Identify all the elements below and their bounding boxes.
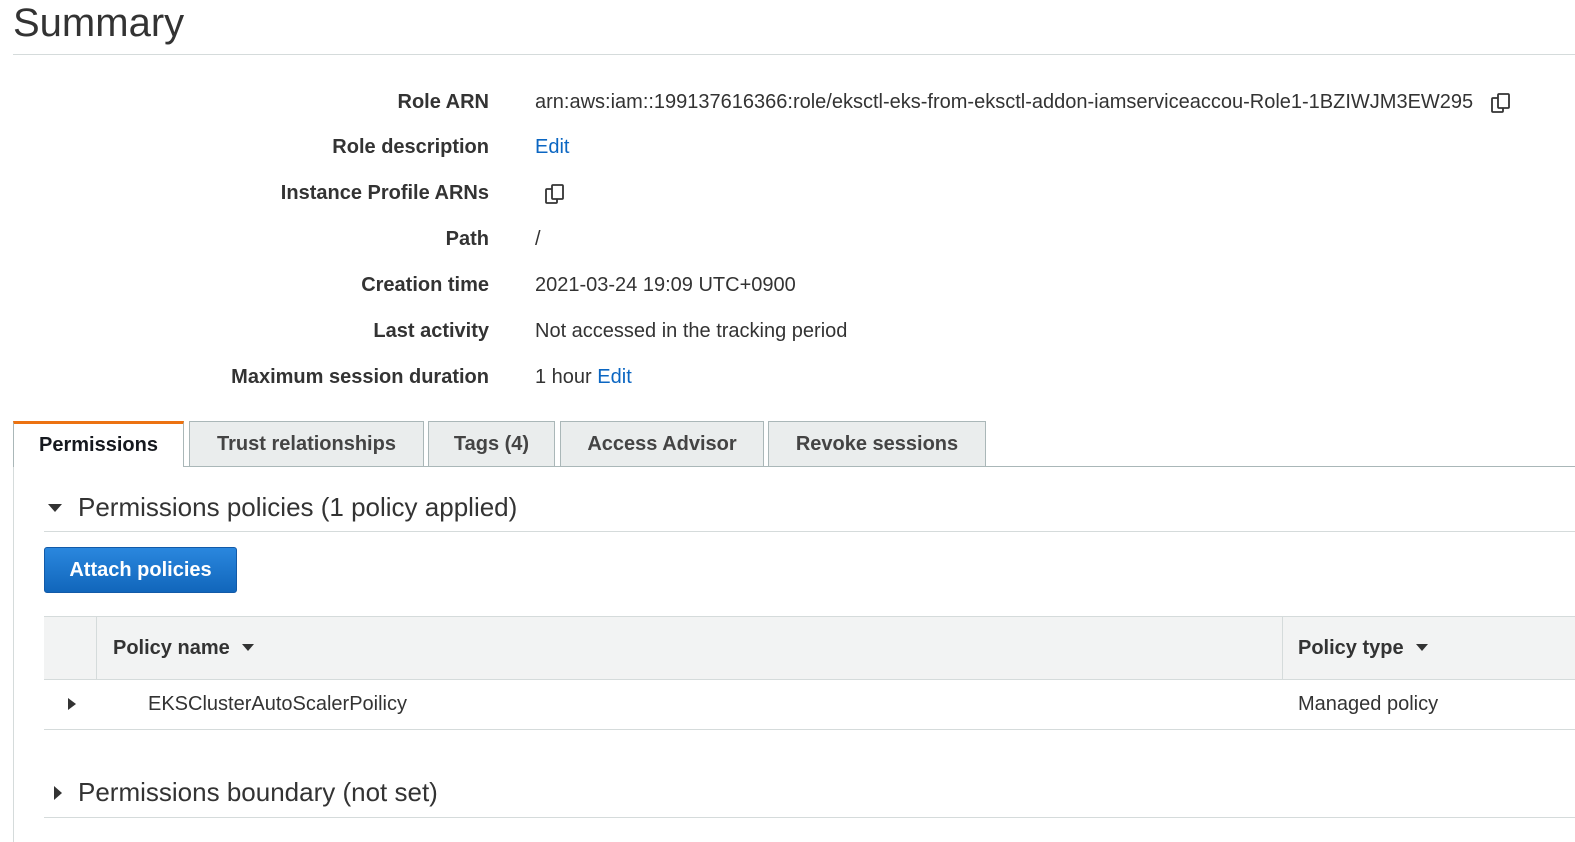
- column-policy-name-label: Policy name: [113, 637, 230, 659]
- section-divider: [44, 531, 1575, 532]
- summary-row-path: Path /: [0, 224, 1575, 254]
- column-separator: [96, 617, 97, 679]
- page-title: Summary: [13, 1, 185, 45]
- column-policy-type[interactable]: Policy type: [1298, 617, 1428, 679]
- column-policy-type-label: Policy type: [1298, 637, 1404, 659]
- creation-time-value: 2021-03-24 19:09 UTC+0900: [535, 274, 796, 296]
- caret-down-icon: [48, 504, 62, 513]
- tab-revoke-sessions[interactable]: Revoke sessions: [768, 421, 986, 466]
- tab-trust-relationships[interactable]: Trust relationships: [189, 421, 424, 466]
- summary-row-max-session: Maximum session duration 1 hour Edit: [0, 362, 1575, 392]
- tab-bar: Permissions Trust relationships Tags (4)…: [13, 421, 1575, 467]
- permissions-policies-heading: Permissions policies (1 policy applied): [78, 492, 518, 522]
- summary-row-creation-time: Creation time 2021-03-24 19:09 UTC+0900: [0, 270, 1575, 300]
- section-divider: [44, 817, 1575, 818]
- permissions-boundary-toggle[interactable]: Permissions boundary (not set): [48, 774, 438, 810]
- copy-icon[interactable]: [1489, 91, 1513, 115]
- edit-max-session-link[interactable]: Edit: [597, 366, 631, 388]
- role-arn-label: Role ARN: [397, 91, 489, 113]
- role-arn-value: arn:aws:iam::199137616366:role/eksctl-ek…: [535, 87, 1513, 117]
- tab-access-advisor[interactable]: Access Advisor: [560, 421, 764, 466]
- max-session-label: Maximum session duration: [231, 366, 489, 388]
- policy-type-value: Managed policy: [1298, 693, 1439, 715]
- creation-time-label: Creation time: [361, 274, 489, 296]
- last-activity-label: Last activity: [373, 320, 489, 342]
- summary-row-role-description: Role description Edit: [0, 132, 1575, 162]
- role-arn-text: arn:aws:iam::199137616366:role/eksctl-ek…: [535, 91, 1474, 113]
- last-activity-value: Not accessed in the tracking period: [535, 320, 848, 342]
- tab-tags[interactable]: Tags (4): [428, 421, 555, 466]
- sort-caret-icon: [1415, 644, 1428, 652]
- caret-right-icon: [54, 786, 62, 801]
- permissions-boundary-heading: Permissions boundary (not set): [78, 777, 438, 807]
- sort-caret-icon: [241, 644, 254, 652]
- tab-permissions[interactable]: Permissions: [13, 421, 184, 467]
- title-divider: [13, 54, 1575, 55]
- content-border: [13, 467, 14, 842]
- summary-row-last-activity: Last activity Not accessed in the tracki…: [0, 316, 1575, 346]
- column-separator: [1282, 617, 1283, 679]
- column-policy-name[interactable]: Policy name: [113, 617, 254, 679]
- role-description-label: Role description: [332, 136, 489, 158]
- path-value: /: [535, 228, 541, 250]
- summary-row-instance-profile: Instance Profile ARNs: [0, 178, 1575, 208]
- policy-name-link[interactable]: EKSClusterAutoScalerPoilicy: [148, 679, 407, 729]
- summary-row-role-arn: Role ARN arn:aws:iam::199137616366:role/…: [0, 87, 1575, 117]
- table-row: EKSClusterAutoScalerPoilicy Managed poli…: [44, 679, 1575, 730]
- path-label: Path: [445, 228, 489, 250]
- instance-profile-label: Instance Profile ARNs: [280, 182, 489, 204]
- policy-table-header: Policy name Policy type: [44, 616, 1575, 680]
- edit-role-description-link[interactable]: Edit: [535, 136, 569, 158]
- copy-icon[interactable]: [543, 182, 567, 206]
- attach-policies-button[interactable]: Attach policies: [44, 547, 237, 593]
- tab-divider: [183, 466, 1575, 467]
- max-session-value: 1 hour: [535, 366, 592, 388]
- permissions-policies-toggle[interactable]: Permissions policies (1 policy applied): [48, 489, 517, 525]
- expand-row-caret-icon[interactable]: [68, 698, 76, 710]
